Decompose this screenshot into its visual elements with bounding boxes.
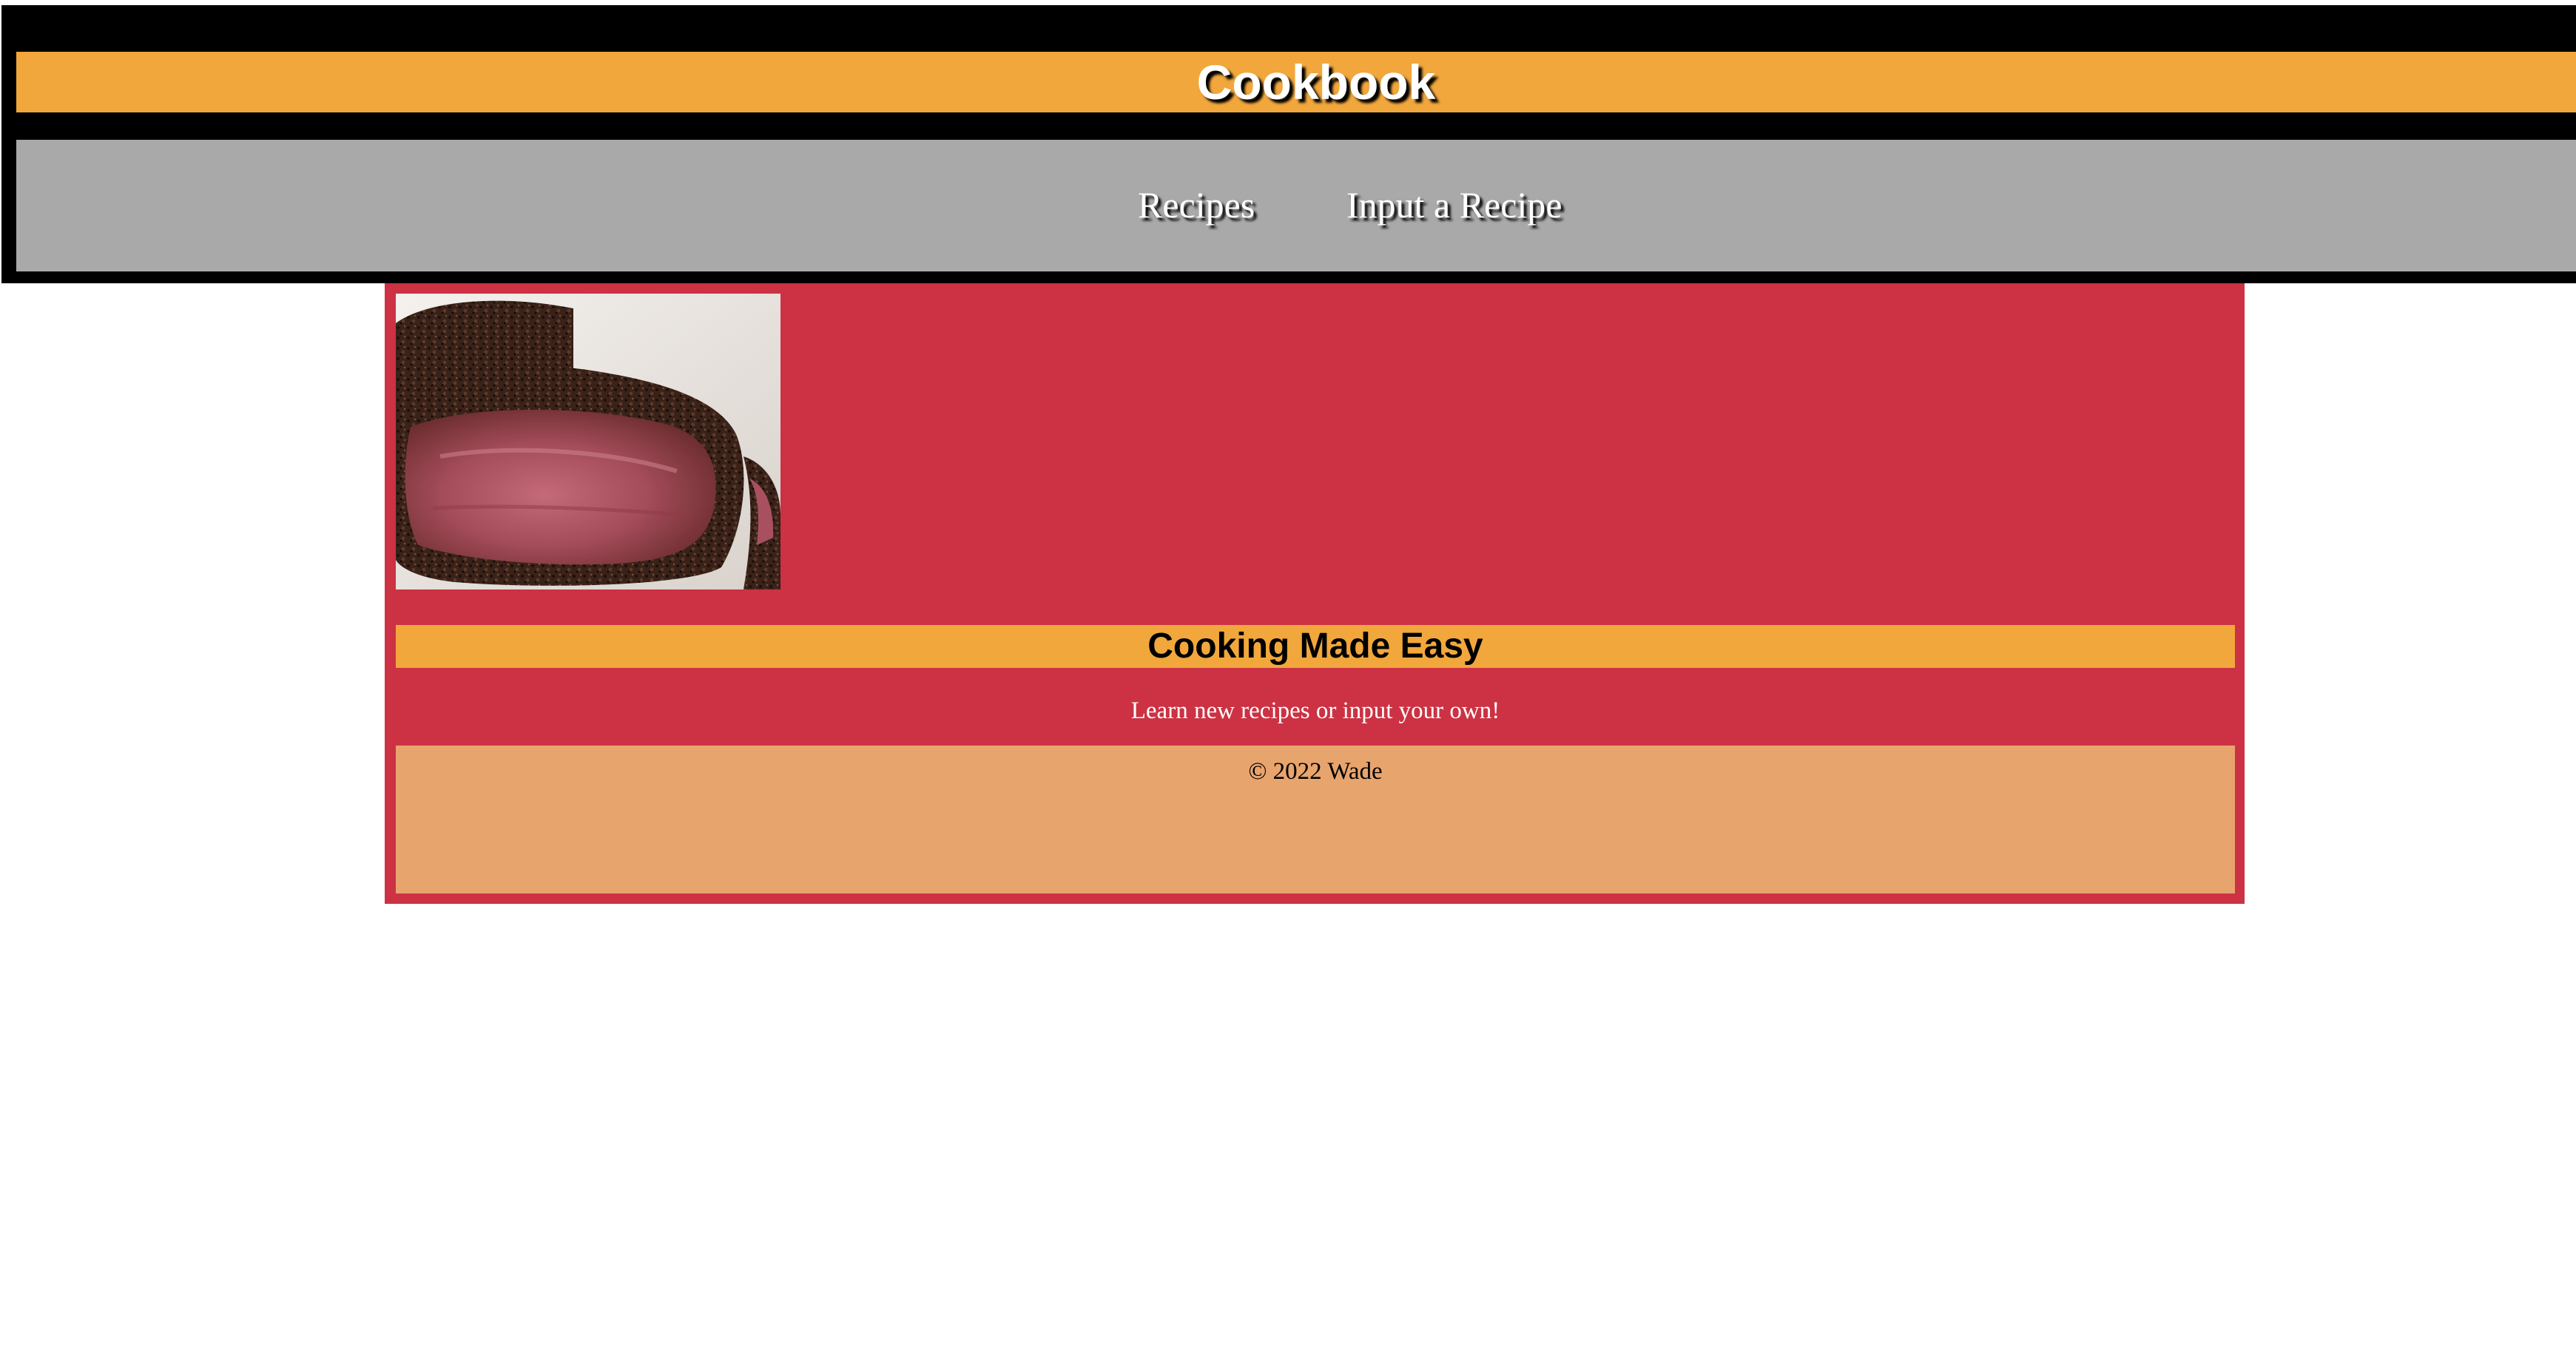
nav-link-input-recipe[interactable]: Input a Recipe [1346, 183, 1562, 227]
main-content: Cooking Made Easy Learn new recipes or i… [385, 283, 2245, 904]
site-header: Cookbook Recipes Input a Recipe [1, 5, 2576, 283]
site-title: Cookbook [1196, 55, 1436, 109]
nav-link-recipes[interactable]: Recipes [1138, 183, 1255, 227]
intro-text: Learn new recipes or input your own! [1130, 697, 1500, 724]
tagline-banner: Cooking Made Easy [396, 625, 2235, 668]
steak-photo [396, 294, 780, 589]
main-nav: Recipes Input a Recipe [16, 140, 2576, 271]
title-banner: Cookbook [16, 52, 2576, 112]
tagline-heading: Cooking Made Easy [1147, 626, 1483, 666]
copyright-text: © 2022 Wade [1248, 758, 1383, 785]
page: Cookbook Recipes Input a Recipe Cooking … [0, 0, 2576, 1355]
site-footer: © 2022 Wade [396, 746, 2235, 893]
